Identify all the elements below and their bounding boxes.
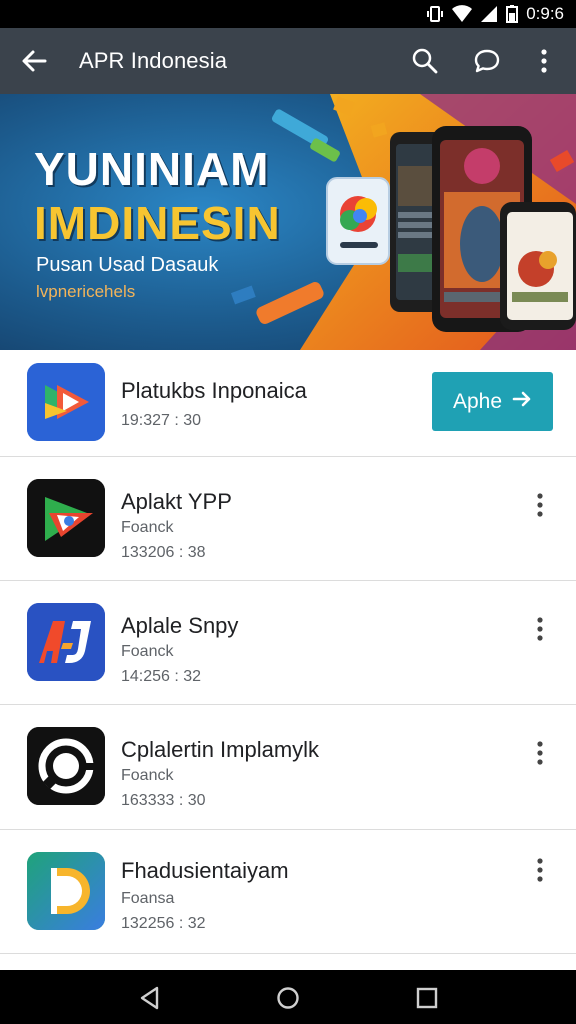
system-nav-bar: [0, 970, 576, 1024]
app-meta: 14:256 : 32: [121, 668, 202, 685]
app-name: Platukbs Inponaica: [121, 378, 307, 403]
app-name: Aplale Snpy: [121, 613, 239, 638]
app-category: Foanck: [121, 519, 174, 536]
nav-back-icon[interactable]: [136, 984, 164, 1012]
nav-recents-icon[interactable]: [413, 984, 441, 1012]
open-app-button[interactable]: Aphe: [432, 372, 553, 431]
more-vert-icon[interactable]: [528, 45, 560, 77]
list-item[interactable]: Aplakt YPP Foanck 133206 : 38: [0, 457, 576, 581]
signal-icon: [480, 5, 498, 23]
banner-subtitle-line1: Pusan Usad Dasauk: [36, 254, 219, 276]
status-bar: 0:9:6: [0, 0, 576, 28]
chat-icon[interactable]: [471, 45, 503, 77]
list-item[interactable]: Cplalertin Implamylk Foanck 163333 : 30: [0, 705, 576, 830]
more-options-icon[interactable]: [524, 613, 556, 645]
status-time: 0:9:6: [526, 4, 564, 23]
app-meta: 133206 : 38: [121, 544, 206, 561]
app-name: Cplalertin Implamylk: [121, 737, 320, 762]
page-title: APR Indonesia: [79, 48, 228, 73]
more-options-icon[interactable]: [524, 854, 556, 886]
banner-title-line2: IMDINESIN: [34, 197, 281, 249]
app-icon-aj: [27, 603, 105, 681]
app-icon-chat-ring: [27, 727, 105, 805]
search-icon[interactable]: [409, 45, 441, 77]
more-options-icon[interactable]: [524, 737, 556, 769]
app-category: Foansa: [121, 890, 175, 907]
more-options-icon[interactable]: [524, 489, 556, 521]
app-name: Aplakt YPP: [121, 489, 232, 514]
app-list: Platukbs Inponaica 19:327 : 30 Aphe Apla…: [0, 350, 576, 954]
banner-subtitle-line2: lvpnericehels: [36, 282, 136, 301]
battery-icon: [506, 5, 519, 23]
arrow-right-icon: [512, 390, 532, 414]
app-meta: 19:327 : 30: [121, 412, 202, 429]
banner-title-line1: YUNINIAM: [34, 143, 270, 195]
vibrate-icon: [426, 5, 444, 23]
app-icon-play: [27, 363, 105, 441]
list-item[interactable]: Aplale Snpy Foanck 14:256 : 32: [0, 581, 576, 705]
app-name: Fhadusientaiyam: [121, 858, 289, 883]
open-app-label: Aphe: [452, 389, 503, 413]
list-item[interactable]: Fhadusientaiyam Foansa 132256 : 32: [0, 830, 576, 954]
app-icon-d: [27, 852, 105, 930]
app-meta: 132256 : 32: [121, 915, 206, 932]
wifi-icon: [452, 5, 473, 23]
app-meta: 163333 : 30: [121, 792, 206, 809]
app-category: Foanck: [121, 643, 174, 660]
list-item[interactable]: Platukbs Inponaica 19:327 : 30 Aphe: [0, 350, 576, 457]
promo-banner[interactable]: YUNINIAM IMDINESIN Pusan Usad Dasauk lvp…: [0, 94, 576, 350]
nav-home-icon[interactable]: [274, 984, 302, 1012]
app-icon-play-dark: [27, 479, 105, 557]
app-category: Foanck: [121, 767, 174, 784]
app-bar: APR Indonesia: [0, 28, 576, 94]
status-icons: 0:9:6: [426, 4, 564, 24]
back-arrow-icon[interactable]: [18, 45, 50, 77]
